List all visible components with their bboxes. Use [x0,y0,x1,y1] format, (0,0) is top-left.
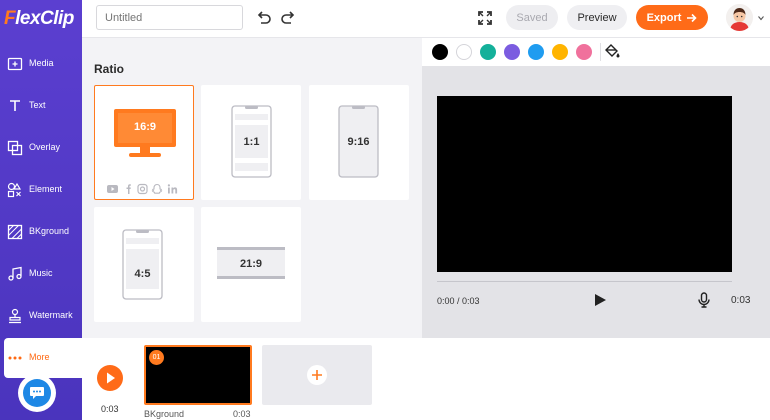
ratio-label: 21:9 [239,258,263,270]
fullscreen-icon[interactable] [476,9,494,27]
undo-icon[interactable] [254,9,272,27]
color-swatch-blue[interactable] [528,44,544,60]
timeline-total-duration: 0:03 [101,404,119,414]
ratio-panel: Ratio 16:9 1:1 9:16 4:5 21:9 [82,38,422,338]
ratio-option-4-5[interactable]: 4:5 [94,207,194,322]
social-icons [107,183,178,195]
ratio-label: 16:9 [133,121,157,133]
preview-button[interactable]: Preview [567,5,627,30]
play-icon [107,372,115,384]
snapchat-icon [151,183,163,194]
ratio-option-9-16[interactable]: 9:16 [309,85,409,200]
sidebar-item-background[interactable]: BKground [0,212,82,252]
ratio-option-1-1[interactable]: 1:1 [201,85,301,200]
color-swatch-white[interactable] [456,44,472,60]
sidebar-item-music[interactable]: Music [0,254,82,294]
arrow-right-icon [687,13,698,22]
video-canvas[interactable] [437,96,732,272]
timeline-play-button[interactable] [97,365,123,391]
user-avatar[interactable] [726,4,753,31]
add-clip-circle [307,365,327,385]
watermark-icon [9,308,21,324]
sidebar-item-more[interactable]: More [4,338,82,378]
sidebar-item-label: Element [29,184,63,194]
chat-button[interactable] [18,374,56,412]
ratio-label: 9:16 [347,136,370,148]
sidebar-item-label: Overlay [29,142,61,152]
play-icon[interactable] [593,293,607,307]
sidebar-item-label: More [29,352,50,362]
ratio-label: 1:1 [243,136,260,148]
chevron-down-icon[interactable] [758,15,764,21]
color-swatch-teal[interactable] [480,44,496,60]
element-icon [7,182,22,198]
export-label: Export [646,11,682,24]
youtube-icon [107,185,118,193]
sidebar-item-label: Watermark [29,310,73,320]
clip-number-badge: 01 [149,350,164,365]
redo-icon[interactable] [280,9,298,27]
sidebar-item-text[interactable]: Text [0,86,82,126]
ratio-option-16-9[interactable]: 16:9 [94,85,194,200]
overlay-icon [7,140,23,156]
plus-icon [312,370,322,380]
sidebar-item-label: Music [29,268,53,278]
sidebar-item-watermark[interactable]: Watermark [0,296,82,336]
sidebar-item-overlay[interactable]: Overlay [0,128,82,168]
more-icon [8,356,22,360]
timeline: 0:03 01 BKground 0:03 [82,338,770,420]
clip-name: BKground [144,409,185,419]
flexclip-logo[interactable]: FlexClip [4,8,74,30]
color-swatch-yellow[interactable] [552,44,568,60]
saved-button[interactable]: Saved [506,5,558,30]
sidebar-item-label: BKground [29,226,70,236]
ratio-option-21-9[interactable]: 21:9 [201,207,301,322]
sidebar: FlexClip Media Text Overlay Element BKgr… [0,0,82,420]
divider [600,43,601,61]
color-swatch-purple[interactable] [504,44,520,60]
panel-title: Ratio [94,62,124,76]
chat-button-inner [23,379,51,407]
color-palette-bar [422,38,770,66]
microphone-icon[interactable] [697,292,711,308]
music-icon [8,266,22,281]
project-title-input[interactable] [96,5,243,30]
sidebar-item-media[interactable]: Media [0,44,82,84]
facebook-icon [126,184,131,194]
preview-duration: 0:03 [731,295,751,306]
chat-bubble-icon [30,387,44,399]
avatar-image [726,4,753,31]
paint-bucket-icon[interactable] [604,43,621,60]
text-icon [10,100,20,111]
sidebar-item-label: Media [29,58,54,68]
timeline-clip[interactable]: 01 [144,345,252,405]
ratio-label: 4:5 [134,268,151,280]
linkedin-icon [167,184,178,194]
media-icon [7,57,23,71]
playback-progress-track[interactable] [437,281,732,282]
color-swatch-pink[interactable] [576,44,592,60]
color-swatch-black[interactable] [432,44,448,60]
export-button[interactable]: Export [636,5,708,30]
instagram-icon [137,183,148,195]
add-clip-button[interactable] [262,345,372,405]
clip-duration: 0:03 [233,409,251,419]
background-icon [7,224,23,240]
phone-icon [122,229,163,300]
preview-stage: 0:00 / 0:03 0:03 [422,66,770,338]
sidebar-item-element[interactable]: Element [0,170,82,210]
sidebar-item-label: Text [29,100,46,110]
top-toolbar: Saved Preview Export [82,0,770,38]
playback-time: 0:00 / 0:03 [437,296,480,306]
